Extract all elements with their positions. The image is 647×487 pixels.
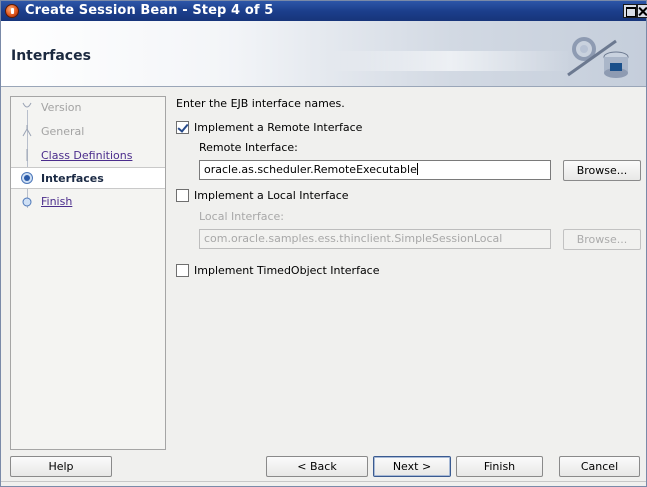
wizard-header: Interfaces (1, 21, 646, 87)
step-node-icon (22, 125, 32, 137)
back-button[interactable]: < Back (266, 456, 368, 477)
step-node-icon (26, 149, 28, 161)
local-interface-input[interactable]: com.oracle.samples.ess.thinclient.Simple… (199, 229, 551, 249)
step-label: Interfaces (41, 172, 104, 185)
step-version: Version (11, 97, 165, 119)
remote-interface-label: Remote Interface: (199, 141, 298, 154)
cancel-button[interactable]: Cancel (559, 456, 640, 477)
local-interface-value: com.oracle.samples.ess.thinclient.Simple… (204, 232, 503, 245)
step-label: Version (41, 101, 82, 114)
remote-interface-input[interactable]: oracle.as.scheduler.RemoteExecutable (199, 160, 551, 180)
help-button[interactable]: Help (10, 456, 112, 477)
remote-interface-checkbox[interactable] (176, 120, 189, 134)
current-step-icon (21, 172, 33, 184)
timed-object-checkbox-label[interactable]: Implement TimedObject Interface (194, 264, 380, 277)
remote-interface-value: oracle.as.scheduler.RemoteExecutable (204, 163, 417, 176)
remote-browse-button[interactable]: Browse... (563, 160, 641, 181)
local-browse-button[interactable]: Browse... (563, 229, 641, 250)
step-finish[interactable]: Finish (11, 191, 165, 213)
bottom-divider (1, 481, 646, 482)
timed-object-option[interactable]: Implement TimedObject Interface (176, 262, 380, 278)
step-node-icon (22, 102, 32, 108)
step-node-icon (22, 197, 32, 207)
page-title: Interfaces (11, 48, 91, 64)
local-interface-checkbox[interactable] (176, 188, 189, 202)
step-label: General (41, 125, 85, 138)
oracle-app-icon (5, 4, 19, 18)
remote-interface-checkbox-label[interactable]: Implement a Remote Interface (194, 121, 362, 134)
finish-button[interactable]: Finish (456, 456, 543, 477)
timed-object-checkbox[interactable] (176, 263, 189, 277)
wizard-graphic-icon (567, 37, 629, 78)
instruction-text: Enter the EJB interface names. (176, 97, 345, 110)
local-interface-checkbox-label[interactable]: Implement a Local Interface (194, 189, 349, 202)
remote-interface-option[interactable]: Implement a Remote Interface (176, 119, 362, 135)
dialog-window: Create Session Bean - Step 4 of 5 Interf… (0, 0, 647, 487)
maximize-button[interactable] (623, 4, 637, 18)
next-button[interactable]: Next > (373, 456, 451, 477)
step-general: General (11, 121, 165, 143)
close-button[interactable] (637, 4, 647, 18)
text-caret (416, 163, 418, 175)
window-title: Create Session Bean - Step 4 of 5 (25, 3, 274, 18)
local-interface-option[interactable]: Implement a Local Interface (176, 187, 349, 203)
header-decoration (331, 51, 571, 71)
step-label[interactable]: Class Definitions (41, 149, 132, 162)
title-bar[interactable]: Create Session Bean - Step 4 of 5 (1, 1, 647, 21)
step-class-definitions[interactable]: Class Definitions (11, 145, 165, 167)
step-interfaces: Interfaces (11, 167, 165, 189)
local-interface-label: Local Interface: (199, 210, 284, 223)
main-content: Enter the EJB interface names. Implement… (176, 96, 641, 450)
step-label[interactable]: Finish (41, 195, 72, 208)
wizard-steps-panel: Version General Class Definitions Interf… (10, 96, 166, 450)
